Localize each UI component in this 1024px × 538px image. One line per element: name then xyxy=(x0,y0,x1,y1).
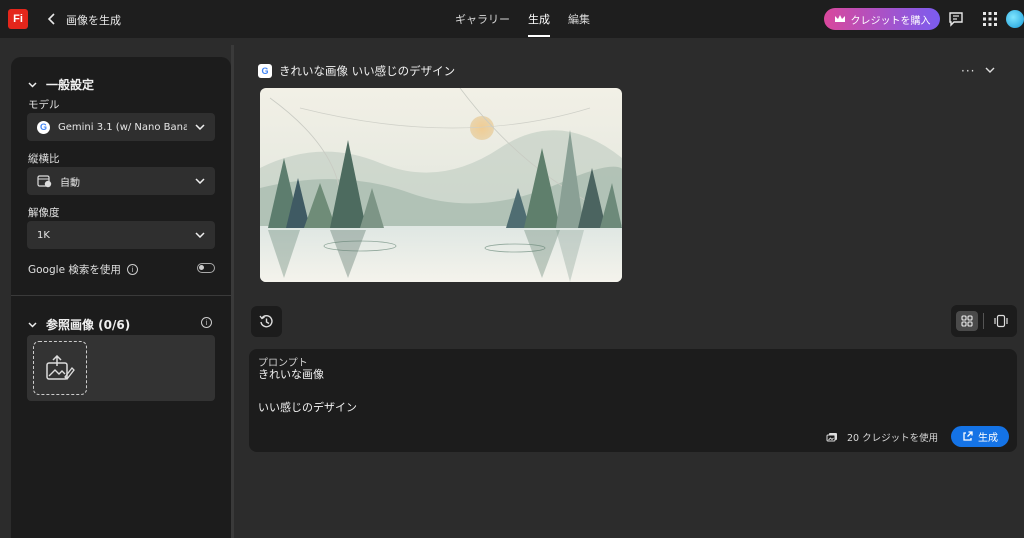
google-g-icon: G xyxy=(258,64,272,78)
grid-view-button[interactable] xyxy=(956,311,978,331)
panel-divider[interactable] xyxy=(231,45,234,538)
top-bar: Fi 画像を生成 ギャラリー 生成 編集 クレジットを購入 xyxy=(0,0,1024,38)
generated-image[interactable] xyxy=(260,88,622,282)
avatar[interactable] xyxy=(1006,10,1024,28)
page-title: 画像を生成 xyxy=(66,14,121,27)
chevron-down-icon xyxy=(28,321,37,328)
resolution-select[interactable]: 1K xyxy=(27,221,215,249)
chevron-down-icon xyxy=(195,178,205,184)
general-settings-header[interactable]: 一般設定 xyxy=(28,76,94,93)
general-settings-title: 一般設定 xyxy=(46,78,95,92)
reference-image-area xyxy=(27,335,215,401)
reference-images-title: 参照画像 (0/6) xyxy=(46,318,131,332)
resolution-value: 1K xyxy=(37,229,50,241)
info-icon[interactable]: i xyxy=(201,317,212,328)
aspect-auto-icon xyxy=(37,174,52,187)
result-title: きれいな画像 いい感じのデザイン xyxy=(279,64,456,78)
tab-generate[interactable]: 生成 xyxy=(519,0,559,38)
aspect-ratio-value: 自動 xyxy=(60,177,80,189)
credits-usage: 20 クレジットを使用 xyxy=(826,430,938,444)
chevron-down-icon xyxy=(195,124,205,130)
result-header: G きれいな画像 いい感じのデザイン xyxy=(258,63,455,79)
prompt-box[interactable]: プロンプト きれいな画像 いい感じのデザイン 20 クレジットを使用 生成 xyxy=(249,349,1017,452)
buy-credits-button[interactable]: クレジットを購入 xyxy=(824,8,940,30)
model-value: Gemini 3.1 (w/ Nano Banana 2 xyxy=(58,121,187,133)
history-icon xyxy=(259,315,273,328)
reference-images-header[interactable]: 参照画像 (0/6) xyxy=(28,316,130,333)
main-nav: ギャラリー 生成 編集 xyxy=(446,0,599,38)
single-view-icon xyxy=(994,314,1008,328)
chevron-down-icon[interactable] xyxy=(985,63,997,77)
resolution-label: 解像度 xyxy=(28,207,60,219)
google-g-icon: G xyxy=(37,120,50,134)
model-label: モデル xyxy=(28,99,60,111)
single-view-button[interactable] xyxy=(991,311,1011,331)
back-arrow-icon[interactable] xyxy=(44,10,60,28)
apps-grid-icon[interactable] xyxy=(980,9,1000,29)
tab-gallery[interactable]: ギャラリー xyxy=(446,0,519,38)
image-upload-icon xyxy=(46,355,75,380)
generate-button[interactable]: 生成 xyxy=(951,426,1009,447)
credits-icon xyxy=(826,433,837,442)
settings-panel: 一般設定 モデル G Gemini 3.1 (w/ Nano Banana 2 … xyxy=(11,57,231,538)
more-options-button[interactable]: ··· xyxy=(961,64,975,78)
divider xyxy=(11,295,231,296)
info-icon[interactable]: i xyxy=(126,264,138,275)
generate-icon xyxy=(963,431,973,441)
google-search-label: Google 検索を使用 xyxy=(28,264,121,276)
grid-view-icon xyxy=(961,315,973,327)
model-select[interactable]: G Gemini 3.1 (w/ Nano Banana 2 xyxy=(27,113,215,141)
chevron-down-icon xyxy=(28,81,37,88)
history-button[interactable] xyxy=(251,306,282,337)
app-logo[interactable]: Fi xyxy=(8,9,28,29)
aspect-ratio-select[interactable]: 自動 xyxy=(27,167,215,195)
view-toggle-group xyxy=(951,305,1017,337)
chevron-down-icon xyxy=(195,232,205,238)
prompt-input[interactable]: きれいな画像 いい感じのデザイン xyxy=(258,367,357,417)
crown-icon xyxy=(834,15,845,22)
reference-upload-dropzone[interactable] xyxy=(33,341,87,395)
feedback-icon[interactable] xyxy=(946,9,966,29)
google-search-row: Google 検索を使用 i xyxy=(28,262,138,277)
buy-credits-label: クレジットを購入 xyxy=(850,15,931,27)
tab-edit[interactable]: 編集 xyxy=(559,0,599,38)
aspect-ratio-label: 縦横比 xyxy=(28,153,60,165)
google-search-toggle[interactable] xyxy=(197,263,215,273)
credits-label: 20 クレジットを使用 xyxy=(847,433,939,444)
divider xyxy=(983,313,984,329)
generate-label: 生成 xyxy=(978,433,998,444)
